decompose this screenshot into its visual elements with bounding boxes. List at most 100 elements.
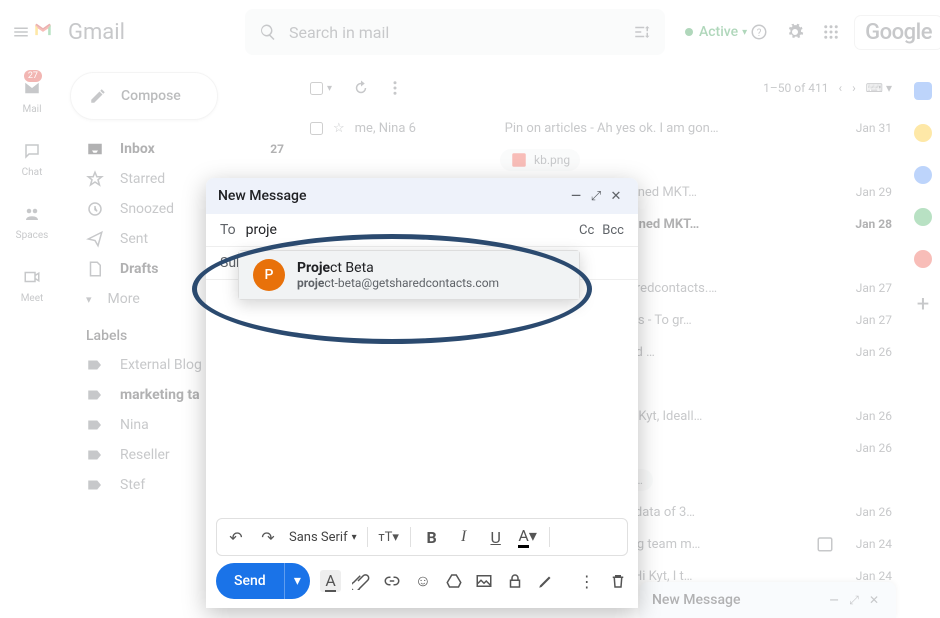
insert-signature-button[interactable] [536, 572, 557, 590]
minimized-compose[interactable]: New Message — ⤢ ✕ [640, 582, 896, 618]
compose-title: New Message [218, 188, 306, 204]
sidepanel-calendar[interactable] [914, 82, 932, 100]
attach-button[interactable] [351, 572, 372, 590]
attachment-chip[interactable]: kb.png [500, 149, 580, 171]
compose-popout-button[interactable]: ⤢ [586, 189, 606, 204]
font-size-button[interactable]: тT▾ [378, 530, 400, 545]
spaces-icon [23, 205, 41, 223]
drafts-icon [86, 260, 104, 278]
format-toolbar: ↶ ↷ Sans Serif ▾ тT▾ B I U A▾ [216, 518, 628, 556]
underline-button[interactable]: U [485, 528, 507, 547]
text-color-button[interactable]: A▾ [517, 526, 539, 548]
gmail-logo-icon [34, 21, 62, 43]
undo-button[interactable]: ↶ [225, 528, 247, 547]
popout-icon[interactable]: ⤢ [844, 593, 864, 608]
drive-icon [445, 572, 463, 590]
gmail-logo[interactable]: Gmail [34, 20, 125, 45]
input-tools-button[interactable]: ⌨ ▾ [866, 81, 892, 95]
lock-icon [506, 572, 524, 590]
insert-emoji-button[interactable]: ☺ [413, 571, 434, 591]
rail-spaces[interactable]: Spaces [16, 200, 49, 241]
insert-drive-button[interactable] [443, 572, 464, 590]
bold-button[interactable]: B [421, 528, 443, 547]
cc-button[interactable]: Cc [579, 223, 594, 238]
send-options-button[interactable]: ▾ [284, 563, 310, 599]
link-icon [383, 572, 401, 590]
redo-button[interactable]: ↷ [257, 528, 279, 547]
insert-link-button[interactable] [382, 572, 403, 590]
svg-text:?: ? [757, 28, 762, 39]
confidential-mode-button[interactable] [505, 572, 526, 590]
compose-button[interactable]: Compose [70, 72, 218, 120]
to-label: To [220, 222, 236, 238]
to-field[interactable]: To Cc Bcc P Project Beta project-beta@ge… [206, 214, 638, 247]
search-box[interactable]: Search in mail [245, 9, 665, 55]
google-logo[interactable]: Google [855, 16, 940, 49]
prev-page-button[interactable]: ‹ [838, 81, 842, 95]
sent-icon [86, 230, 104, 248]
chat-icon [23, 142, 41, 160]
bcc-button[interactable]: Bcc [602, 223, 624, 238]
minimize-icon[interactable]: — [824, 593, 844, 607]
compose-minimize-button[interactable]: — [566, 189, 586, 204]
search-icon [259, 23, 277, 41]
compose-body[interactable] [206, 280, 638, 518]
help-icon: ? [750, 23, 768, 41]
pen-icon [537, 572, 555, 590]
send-button[interactable]: Send ▾ [216, 563, 310, 599]
nav-inbox[interactable]: Inbox27 [64, 134, 296, 164]
sidepanel-contacts[interactable] [914, 208, 932, 226]
font-select[interactable]: Sans Serif ▾ [289, 530, 357, 545]
rail-mail[interactable]: 27 Mail [18, 74, 46, 115]
pencil-icon [89, 87, 107, 105]
rail-meet[interactable]: Meet [18, 263, 46, 304]
label-icon [86, 386, 104, 404]
sidepanel-add[interactable]: + [917, 292, 929, 317]
insert-photo-button[interactable] [474, 572, 495, 590]
calendar-icon [816, 535, 834, 553]
meet-icon [23, 268, 41, 286]
close-icon[interactable]: ✕ [864, 593, 884, 607]
image-icon [475, 572, 493, 590]
sidepanel-keep[interactable] [914, 124, 932, 142]
mail-row[interactable]: kb.png [296, 144, 906, 176]
status-dot-icon [685, 28, 693, 36]
status-chip[interactable]: Active ▾ [685, 24, 747, 40]
more-icon[interactable] [386, 79, 404, 97]
label-icon [86, 446, 104, 464]
gmail-logo-text: Gmail [68, 20, 125, 45]
italic-button[interactable]: I [453, 528, 475, 546]
send-toolbar: Send ▾ A ☺ ⋮ [206, 562, 638, 608]
apps-button[interactable] [819, 20, 843, 44]
compose-close-button[interactable]: ✕ [606, 189, 626, 204]
apps-grid-icon [822, 23, 840, 41]
search-placeholder: Search in mail [289, 23, 633, 42]
gear-icon [786, 23, 804, 41]
star-icon [86, 170, 104, 188]
sidepanel-tasks[interactable] [914, 166, 932, 184]
support-button[interactable]: ? [747, 20, 771, 44]
select-all-checkbox[interactable] [310, 82, 323, 95]
suggestion-email: project-beta@getsharedcontacts.com [297, 276, 499, 290]
paperclip-icon [352, 572, 370, 590]
mail-row[interactable]: ☆me, Nina 6Pin on articles - Ah yes ok. … [296, 112, 906, 144]
formatting-toggle-button[interactable]: A [320, 570, 341, 592]
to-input[interactable] [246, 222, 569, 238]
hamburger-icon [12, 23, 30, 41]
contact-suggestion[interactable]: P Project Beta project-beta@getsharedcon… [239, 251, 579, 299]
main-menu-button[interactable] [12, 12, 30, 52]
settings-button[interactable] [783, 20, 807, 44]
rail-chat[interactable]: Chat [18, 137, 46, 178]
trash-icon [609, 572, 627, 590]
image-icon [510, 151, 528, 169]
next-page-button[interactable]: › [852, 81, 856, 95]
label-icon [86, 356, 104, 374]
suggestion-name: Project Beta [297, 260, 499, 276]
compose-window: New Message — ⤢ ✕ To Cc Bcc P Project Be… [206, 178, 638, 608]
discard-draft-button[interactable] [607, 572, 628, 590]
search-options-icon[interactable] [633, 23, 651, 41]
refresh-icon[interactable] [352, 79, 370, 97]
contact-suggestion-popup: P Project Beta project-beta@getsharedcon… [238, 250, 580, 300]
sidepanel-addon[interactable] [914, 250, 932, 268]
more-options-button[interactable]: ⋮ [576, 572, 597, 591]
